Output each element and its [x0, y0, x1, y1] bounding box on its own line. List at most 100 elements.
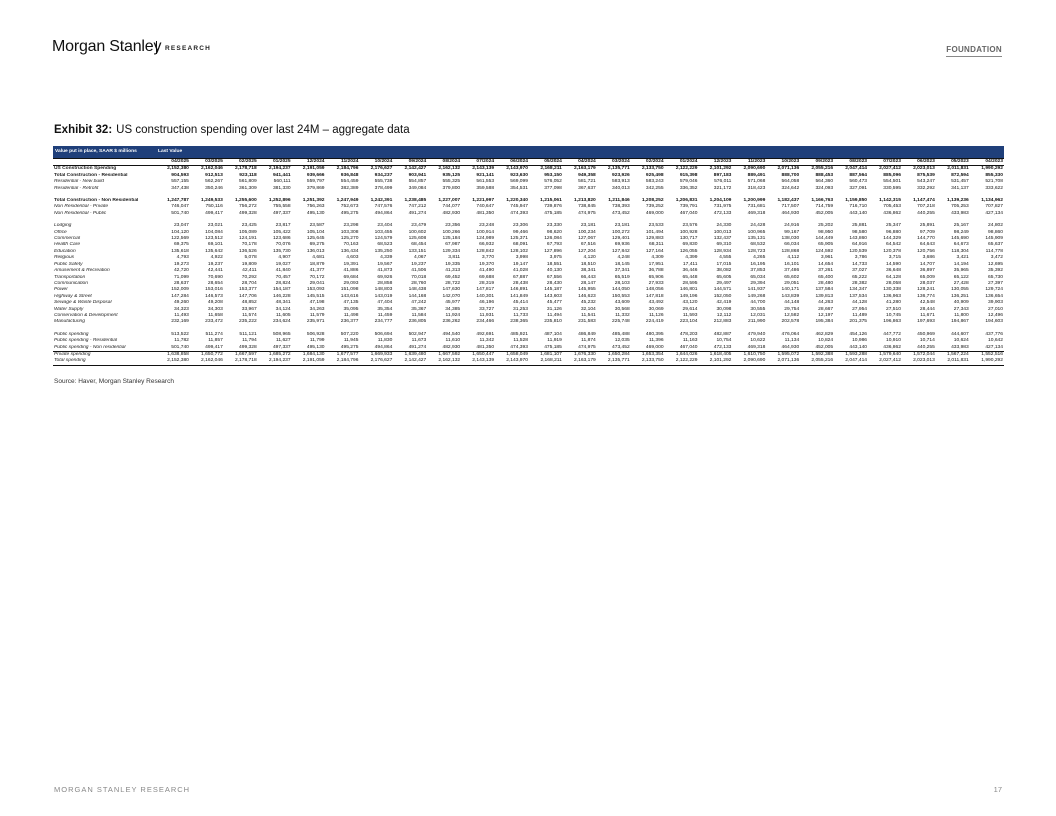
header-rule [946, 56, 1002, 57]
date-header-cell: 03/2025 [189, 157, 224, 167]
table-cell: 2,101,292 [698, 358, 733, 366]
table-cell: 2,011,831 [947, 166, 969, 172]
table-cell: 1,650,284 [596, 350, 631, 359]
table-cell: 452,005 [815, 344, 834, 350]
table-cell: 1,610,750 [732, 350, 767, 359]
table-cell: 2,176,627 [359, 358, 394, 366]
date-header-cell: 02/2025 [223, 157, 258, 167]
table-cell: 2,143,139 [461, 358, 496, 366]
table-cell: 2,184,796 [336, 166, 359, 172]
table-cell: 443,140 [849, 344, 868, 350]
table-cell: 2,011,831 [935, 358, 970, 366]
table-cell: 436,862 [883, 344, 901, 350]
table-cell: 474,393 [510, 344, 528, 350]
table-cell: 2,152,380 [156, 358, 190, 366]
table-cell: 2,090,690 [732, 358, 767, 366]
table-cell: 1,676,330 [562, 350, 597, 359]
table-cell: 2,142,427 [393, 358, 428, 366]
table-cell: 2,133,750 [641, 166, 664, 172]
table-cell: 2,047,414 [845, 166, 868, 172]
row-label: Public spending - Non residential [54, 344, 126, 350]
row-label: US Construction Spending [54, 166, 117, 172]
table-cell: 481,350 [476, 344, 495, 350]
exhibit-number: Exhibit 32: [54, 124, 113, 136]
date-header-cell: 10/2024 [359, 157, 394, 167]
table-cell: 1,567,224 [935, 350, 970, 359]
table-header-value: Last Value [156, 146, 1004, 159]
table-cell: 469,000 [645, 344, 664, 350]
table-cell: 2,162,132 [438, 166, 461, 172]
table-row: Private spending 1,638,858 1,650,772 1,667,… [53, 350, 1004, 359]
table-cell: 497,337 [272, 344, 291, 350]
table-cell: 1,681,107 [528, 350, 563, 359]
header-series-label: FOUNDATION [946, 45, 1002, 54]
row-label: Total spending [53, 358, 156, 366]
table-cell: 2,135,771 [607, 166, 630, 172]
table-cell: 2,162,046 [201, 166, 223, 172]
table-cell: 499,417 [205, 344, 223, 350]
table-cell: 494,864 [374, 344, 393, 350]
table-cell: 2,163,179 [574, 166, 596, 172]
page-number: 17 [993, 785, 1002, 794]
table-cell: 2,143,970 [495, 358, 529, 366]
morgan-stanley-logo: Morgan Stanley [52, 38, 162, 55]
table-cell: 1,595,072 [766, 350, 801, 359]
table-cell: 2,101,292 [709, 166, 732, 172]
table-cell: 501,740 [171, 344, 189, 350]
table-cell: 1,592,388 [800, 350, 835, 359]
table-cell: 474,975 [578, 344, 596, 350]
table-cell: 2,090,690 [743, 166, 766, 172]
table-cell: 1,552,516 [969, 350, 1004, 359]
date-header-cell: 12/2023 [698, 157, 733, 167]
table-cell: 1,990,292 [969, 358, 1004, 366]
table-cell: 2,122,229 [675, 166, 698, 172]
table-cell: 2,176,627 [370, 166, 393, 172]
header-separator [156, 41, 157, 54]
table-cell: 2,143,970 [506, 166, 528, 172]
table-cell: 2,023,013 [913, 166, 935, 172]
table-cell: 1,677,577 [325, 350, 360, 359]
table-cell: 464,930 [781, 344, 800, 350]
table-cell: 2,142,427 [404, 166, 427, 172]
table-cell: 2,191,059 [302, 166, 325, 172]
table-cell: 495,130 [306, 344, 325, 350]
table-cell: 1,650,772 [189, 350, 224, 359]
date-header-cell: 06/2024 [495, 157, 529, 167]
table-cell: 1,685,272 [257, 350, 292, 359]
date-header-cell: 09/2024 [393, 157, 428, 167]
table-cell: 2,071,136 [777, 166, 800, 172]
table-cell: 2,191,059 [291, 358, 326, 366]
table-header-label: Value put in place, SAAR $ millions [53, 146, 156, 159]
date-header-cell: 08/2024 [427, 157, 462, 167]
date-header-cell: 04/2024 [562, 157, 597, 167]
date-header-blank [53, 157, 156, 167]
table-cell: 2,163,179 [562, 358, 597, 366]
table-cell: 467,040 [679, 344, 698, 350]
date-header-cell: 09/2023 [800, 157, 835, 167]
date-header-cell: 08/2023 [834, 157, 869, 167]
table-cell: 1,593,288 [834, 350, 869, 359]
header-section-label: RESEARCH [165, 45, 212, 52]
table-cell: 2,184,796 [325, 358, 360, 366]
table-cell: 2,178,718 [223, 358, 258, 366]
table-cell: 2,152,380 [167, 166, 189, 172]
table-cell: 2,178,718 [234, 166, 257, 172]
table-cell: 2,135,771 [596, 358, 631, 366]
table-cell: 1,639,480 [393, 350, 428, 359]
table-cell: 440,255 [917, 344, 935, 350]
table-cell: 1,990,292 [981, 166, 1003, 172]
table-cell: 473,452 [612, 344, 630, 350]
table-cell: 1,667,597 [223, 350, 258, 359]
table-cell: 469,318 [747, 344, 766, 350]
table-cell: 499,328 [239, 344, 257, 350]
table-cell: 2,162,046 [189, 358, 224, 366]
table-cell: 2,162,132 [427, 358, 462, 366]
table-cell: 1,579,640 [868, 350, 902, 359]
date-header-cell: 07/2023 [868, 157, 902, 167]
table-cell: 495,275 [340, 344, 359, 350]
table-header-row: Value put in place, SAAR $ millions Last… [53, 146, 1004, 159]
table-cell: 1,658,049 [495, 350, 529, 359]
table-cell: 491,274 [408, 344, 427, 350]
table-cell: 1,653,354 [630, 350, 665, 359]
date-header-cell: 06/2023 [901, 157, 936, 167]
